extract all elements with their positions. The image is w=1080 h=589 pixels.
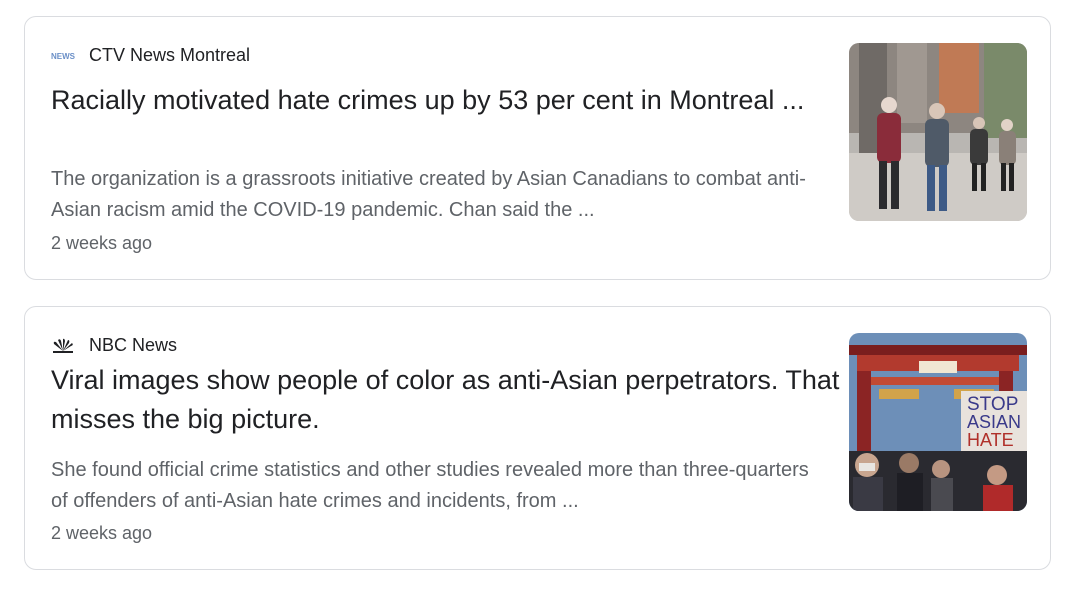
news-card[interactable]: NEWS CTV News Montreal Racially motivate… <box>24 16 1051 280</box>
article-thumbnail[interactable] <box>849 43 1027 221</box>
sign-text-line: ASIAN <box>967 412 1021 432</box>
sign-text-line: HATE <box>967 430 1014 450</box>
nbc-peacock-logo-icon <box>51 338 75 354</box>
ctv-news-logo-icon: NEWS <box>51 48 76 64</box>
source-name: CTV News Montreal <box>89 45 251 65</box>
publish-age: 2 weeks ago <box>51 523 153 543</box>
news-source: NEWS CTV News Montreal <box>51 45 250 66</box>
source-name: NBC News <box>89 335 178 355</box>
article-thumbnail[interactable]: STOP ASIAN HATE <box>849 333 1027 511</box>
publish-age: 2 weeks ago <box>51 233 153 253</box>
headline-link[interactable]: Viral images show people of color as ant… <box>51 361 841 439</box>
headline-link[interactable]: Racially motivated hate crimes up by 53 … <box>51 81 841 120</box>
article-snippet: The organization is a grassroots initiat… <box>51 168 806 221</box>
news-source: NBC News <box>51 335 177 356</box>
svg-text:NEWS: NEWS <box>51 52 75 61</box>
article-snippet: She found official crime statistics and … <box>51 459 809 512</box>
news-card[interactable]: NBC News Viral images show people of col… <box>24 306 1051 570</box>
